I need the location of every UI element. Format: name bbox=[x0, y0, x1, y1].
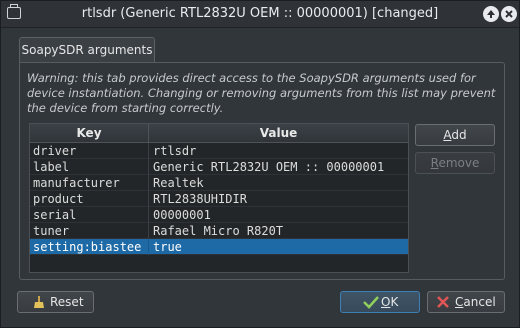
close-icon bbox=[505, 10, 513, 18]
dialog-window: rtlsdr (Generic RTL2832U OEM :: 00000001… bbox=[0, 0, 520, 328]
add-button[interactable]: Add bbox=[415, 124, 495, 146]
cancel-x-icon bbox=[437, 296, 449, 308]
cancel-button[interactable]: Cancel bbox=[427, 291, 505, 313]
cell-key[interactable]: driver bbox=[30, 143, 149, 159]
broom-icon bbox=[34, 296, 44, 308]
cell-value[interactable]: RTL2838UHIDIR bbox=[149, 191, 408, 207]
remove-button[interactable]: Remove bbox=[415, 152, 495, 174]
cell-key[interactable]: manufacturer bbox=[30, 175, 149, 191]
cell-value[interactable]: true bbox=[149, 239, 408, 255]
keep-above-button[interactable] bbox=[483, 6, 499, 22]
column-header-key[interactable]: Key bbox=[30, 124, 149, 142]
table-row[interactable]: tuner Rafael Micro R820T bbox=[30, 223, 408, 239]
ok-check-icon bbox=[363, 296, 379, 309]
cancel-button-label: ancel bbox=[463, 295, 496, 309]
tab-soapysdr-arguments[interactable]: SoapySDR arguments bbox=[19, 37, 155, 63]
ok-button-label: K bbox=[390, 295, 399, 309]
table-header: Key Value bbox=[30, 124, 408, 143]
cell-key[interactable]: serial bbox=[30, 207, 149, 223]
cell-key[interactable]: setting:biastee bbox=[30, 239, 149, 255]
table-row[interactable]: manufacturer Realtek bbox=[30, 175, 408, 191]
warning-text: Warning: this tab provides direct access… bbox=[27, 71, 496, 115]
table-row[interactable]: label Generic RTL2832U OEM :: 00000001 bbox=[30, 159, 408, 175]
ok-button[interactable]: OK bbox=[340, 291, 420, 313]
reset-button-label: Reset bbox=[50, 295, 84, 309]
add-button-label: dd bbox=[451, 128, 467, 142]
reset-button[interactable]: Reset bbox=[17, 291, 94, 313]
cell-value[interactable]: Generic RTL2832U OEM :: 00000001 bbox=[149, 159, 408, 175]
window-title: rtlsdr (Generic RTL2832U OEM :: 00000001… bbox=[81, 6, 439, 21]
remove-button-label: emove bbox=[438, 156, 480, 170]
cell-key[interactable]: product bbox=[30, 191, 149, 207]
table-row[interactable]: driver rtlsdr bbox=[30, 143, 408, 159]
table-row[interactable]: product RTL2838UHIDIR bbox=[30, 191, 408, 207]
arguments-table[interactable]: Key Value driver rtlsdr label Generic RTL28… bbox=[29, 123, 409, 273]
table-row[interactable]: setting:biastee true bbox=[30, 239, 408, 255]
cell-key[interactable]: label bbox=[30, 159, 149, 175]
cell-value[interactable]: 00000001 bbox=[149, 207, 408, 223]
cell-key[interactable]: tuner bbox=[30, 223, 149, 239]
cell-value[interactable]: rtlsdr bbox=[149, 143, 408, 159]
title-bar[interactable]: rtlsdr (Generic RTL2832U OEM :: 00000001… bbox=[1, 1, 519, 28]
table-row[interactable]: serial 00000001 bbox=[30, 207, 408, 223]
column-header-value[interactable]: Value bbox=[149, 124, 408, 142]
arrow-up-icon bbox=[487, 10, 495, 18]
cell-value[interactable]: Realtek bbox=[149, 175, 408, 191]
cell-value[interactable]: Rafael Micro R820T bbox=[149, 223, 408, 239]
close-window-button[interactable] bbox=[501, 6, 517, 22]
